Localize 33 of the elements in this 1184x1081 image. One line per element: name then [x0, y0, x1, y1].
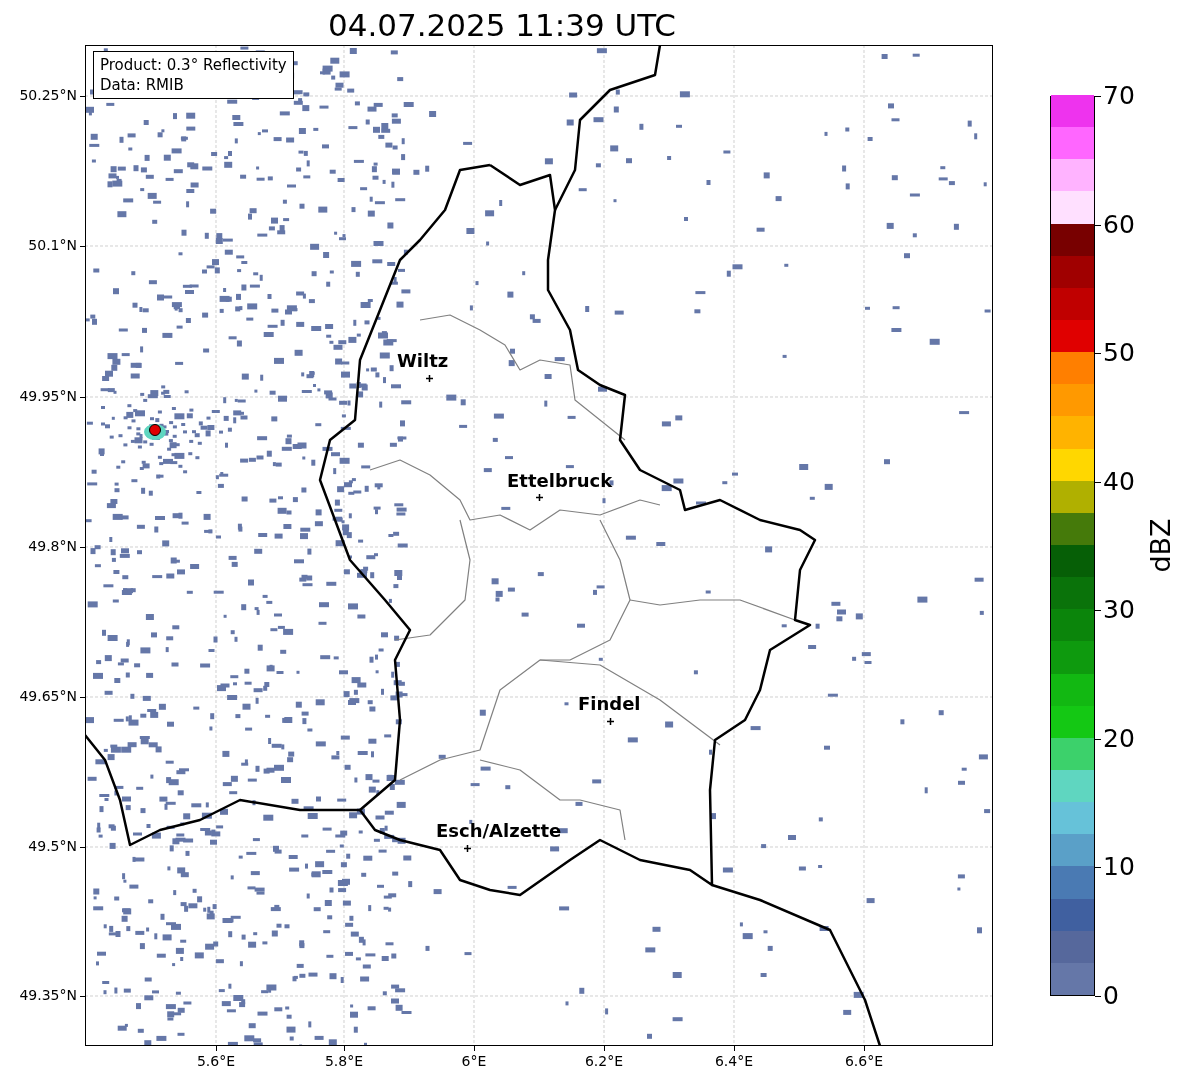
city-marker-icon — [607, 718, 614, 725]
axis-tick-label: 6°E — [460, 1054, 488, 1068]
city-marker-icon — [536, 494, 543, 501]
colorbar-tick-label: 0 — [1103, 983, 1119, 1008]
axis-tick-label: 5.6°E — [195, 1054, 237, 1068]
axis-tick-label: 6.2°E — [583, 1054, 625, 1068]
city-label: Ettelbruck — [507, 472, 613, 490]
axis-tick-label: 49.35°N — [18, 988, 77, 1002]
colorbar-tick-label: 30 — [1103, 597, 1135, 623]
colorbar-tick-label: 70 — [1103, 83, 1135, 108]
city-label: Esch/Alzette — [436, 822, 562, 840]
axis-tick-label: 5.8°E — [323, 1054, 365, 1068]
legend-text: Product: 0.3° Reflectivity — [100, 55, 287, 75]
city-marker-icon — [426, 375, 433, 382]
axis-tick-label: 49.95°N — [18, 389, 77, 403]
legend-text: Data: RMIB — [100, 75, 185, 95]
colorbar-label: dBZ — [1146, 518, 1174, 573]
axis-tick-label: 50.1°N — [27, 238, 77, 252]
colorbar-tick-label: 50 — [1103, 340, 1135, 366]
colorbar-tick-label: 40 — [1103, 468, 1135, 494]
city-marker-icon — [464, 845, 471, 852]
colorbar-tick-label: 60 — [1103, 211, 1135, 237]
city-label: Findel — [578, 695, 641, 713]
colorbar-tick-label: 10 — [1103, 854, 1135, 880]
city-label: Wiltz — [397, 352, 449, 370]
colorbar-tick-label: 20 — [1103, 725, 1135, 751]
axis-tick-label: 6.6°E — [843, 1054, 885, 1068]
axis-tick-label: 6.4°E — [713, 1054, 755, 1068]
axis-tick-label: 50.25°N — [18, 88, 77, 102]
axis-tick-label: 49.5°N — [27, 839, 77, 853]
axis-tick-label: 49.65°N — [18, 689, 77, 703]
axis-tick-label: 49.8°N — [27, 539, 77, 553]
chart-title: 04.07.2025 11:39 UTC — [328, 10, 676, 41]
